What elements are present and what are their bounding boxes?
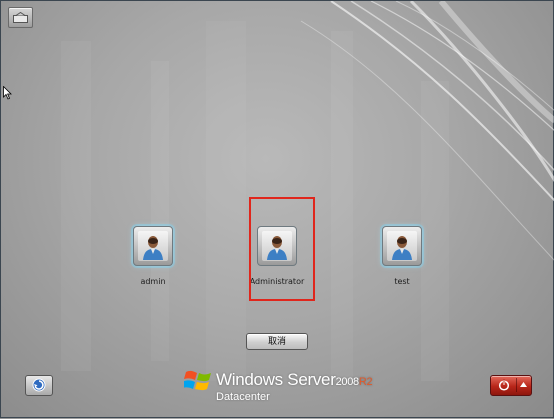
- switch-display-button[interactable]: [8, 7, 33, 28]
- product-version: 2008: [335, 376, 360, 388]
- chevron-up-icon[interactable]: [520, 382, 527, 387]
- selection-highlight: [249, 197, 315, 301]
- user-avatar: [133, 226, 173, 266]
- mouse-cursor-icon: [3, 86, 12, 100]
- ease-of-access-icon: [32, 378, 46, 392]
- cancel-button[interactable]: 取消: [246, 333, 308, 350]
- product-name: Windows Server: [216, 370, 336, 389]
- user-tile-admin[interactable]: admin: [118, 226, 188, 286]
- user-name: admin: [140, 277, 166, 286]
- windows-server-logo: Windows Server2008R2 Datacenter: [184, 366, 384, 411]
- product-release: R2: [358, 376, 373, 388]
- user-icon: [143, 236, 163, 260]
- user-name: test: [394, 277, 410, 286]
- user-tile-test[interactable]: test: [367, 226, 437, 286]
- power-button[interactable]: [490, 375, 532, 396]
- power-button-divider: [516, 378, 517, 392]
- user-icon: [392, 236, 412, 260]
- user-avatar: [382, 226, 422, 266]
- product-edition: Datacenter: [216, 391, 270, 403]
- ease-of-access-button[interactable]: [25, 375, 53, 396]
- switch-display-icon: [13, 12, 28, 23]
- windows-flag-icon: [184, 370, 211, 391]
- power-icon: [498, 379, 510, 391]
